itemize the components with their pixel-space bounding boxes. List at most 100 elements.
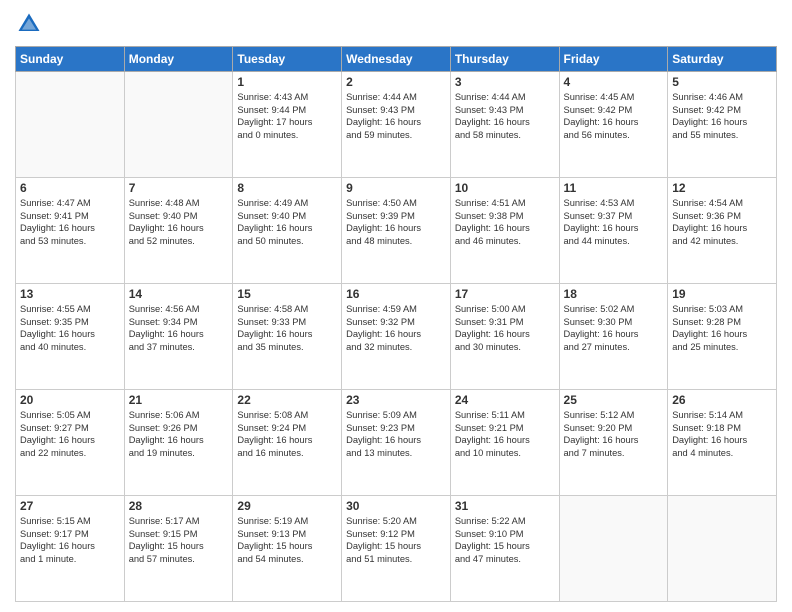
cell-content: Sunrise: 5:03 AM Sunset: 9:28 PM Dayligh… [672,303,772,353]
calendar-table: SundayMondayTuesdayWednesdayThursdayFrid… [15,46,777,602]
cell-content: Sunrise: 4:53 AM Sunset: 9:37 PM Dayligh… [564,197,664,247]
calendar-cell: 16 Sunrise: 4:59 AM Sunset: 9:32 PM Dayli… [342,284,451,390]
calendar-cell: 22 Sunrise: 5:08 AM Sunset: 9:24 PM Dayli… [233,390,342,496]
day-number: 2 [346,75,446,89]
day-header-monday: Monday [124,47,233,72]
calendar-cell: 30 Sunrise: 5:20 AM Sunset: 9:12 PM Dayli… [342,496,451,602]
calendar-cell [559,496,668,602]
calendar-cell: 27 Sunrise: 5:15 AM Sunset: 9:17 PM Dayli… [16,496,125,602]
day-number: 16 [346,287,446,301]
calendar-cell: 12 Sunrise: 4:54 AM Sunset: 9:36 PM Dayli… [668,178,777,284]
calendar-cell [16,72,125,178]
day-header-thursday: Thursday [450,47,559,72]
day-number: 1 [237,75,337,89]
day-number: 29 [237,499,337,513]
cell-content: Sunrise: 5:02 AM Sunset: 9:30 PM Dayligh… [564,303,664,353]
cell-content: Sunrise: 5:20 AM Sunset: 9:12 PM Dayligh… [346,515,446,565]
week-row-5: 27 Sunrise: 5:15 AM Sunset: 9:17 PM Dayli… [16,496,777,602]
cell-content: Sunrise: 4:44 AM Sunset: 9:43 PM Dayligh… [346,91,446,141]
cell-content: Sunrise: 4:50 AM Sunset: 9:39 PM Dayligh… [346,197,446,247]
calendar-cell: 10 Sunrise: 4:51 AM Sunset: 9:38 PM Dayli… [450,178,559,284]
calendar-cell [668,496,777,602]
day-number: 27 [20,499,120,513]
calendar-cell: 1 Sunrise: 4:43 AM Sunset: 9:44 PM Daylig… [233,72,342,178]
day-header-wednesday: Wednesday [342,47,451,72]
calendar-header-row: SundayMondayTuesdayWednesdayThursdayFrid… [16,47,777,72]
day-number: 20 [20,393,120,407]
cell-content: Sunrise: 5:00 AM Sunset: 9:31 PM Dayligh… [455,303,555,353]
cell-content: Sunrise: 4:46 AM Sunset: 9:42 PM Dayligh… [672,91,772,141]
cell-content: Sunrise: 5:17 AM Sunset: 9:15 PM Dayligh… [129,515,229,565]
calendar-cell: 24 Sunrise: 5:11 AM Sunset: 9:21 PM Dayli… [450,390,559,496]
day-number: 17 [455,287,555,301]
day-number: 15 [237,287,337,301]
cell-content: Sunrise: 5:22 AM Sunset: 9:10 PM Dayligh… [455,515,555,565]
day-number: 12 [672,181,772,195]
calendar-cell: 5Sunrise: 4:46 AM Sunset: 9:42 PM Daylig… [668,72,777,178]
cell-content: Sunrise: 5:19 AM Sunset: 9:13 PM Dayligh… [237,515,337,565]
calendar-cell: 7Sunrise: 4:48 AM Sunset: 9:40 PM Daylig… [124,178,233,284]
cell-content: Sunrise: 5:08 AM Sunset: 9:24 PM Dayligh… [237,409,337,459]
day-number: 8 [237,181,337,195]
day-number: 31 [455,499,555,513]
cell-content: Sunrise: 4:58 AM Sunset: 9:33 PM Dayligh… [237,303,337,353]
calendar-cell: 20 Sunrise: 5:05 AM Sunset: 9:27 PM Dayli… [16,390,125,496]
logo-icon [15,10,43,38]
calendar-cell: 8 Sunrise: 4:49 AM Sunset: 9:40 PM Daylig… [233,178,342,284]
day-number: 24 [455,393,555,407]
cell-content: Sunrise: 4:59 AM Sunset: 9:32 PM Dayligh… [346,303,446,353]
calendar-cell: 25 Sunrise: 5:12 AM Sunset: 9:20 PM Dayli… [559,390,668,496]
day-header-sunday: Sunday [16,47,125,72]
cell-content: Sunrise: 4:54 AM Sunset: 9:36 PM Dayligh… [672,197,772,247]
day-header-friday: Friday [559,47,668,72]
page: SundayMondayTuesdayWednesdayThursdayFrid… [0,0,792,612]
day-number: 21 [129,393,229,407]
calendar-cell: 11 Sunrise: 4:53 AM Sunset: 9:37 PM Dayli… [559,178,668,284]
day-number: 9 [346,181,446,195]
calendar-cell: 29 Sunrise: 5:19 AM Sunset: 9:13 PM Dayli… [233,496,342,602]
logo [15,10,45,38]
cell-content: Sunrise: 4:51 AM Sunset: 9:38 PM Dayligh… [455,197,555,247]
day-number: 13 [20,287,120,301]
cell-content: Sunrise: 4:56 AM Sunset: 9:34 PM Dayligh… [129,303,229,353]
week-row-3: 13Sunrise: 4:55 AM Sunset: 9:35 PM Dayli… [16,284,777,390]
header [15,10,777,38]
day-number: 10 [455,181,555,195]
calendar-cell: 19 Sunrise: 5:03 AM Sunset: 9:28 PM Dayli… [668,284,777,390]
calendar-cell: 15 Sunrise: 4:58 AM Sunset: 9:33 PM Dayli… [233,284,342,390]
cell-content: Sunrise: 4:44 AM Sunset: 9:43 PM Dayligh… [455,91,555,141]
day-number: 30 [346,499,446,513]
calendar-cell: 18Sunrise: 5:02 AM Sunset: 9:30 PM Dayli… [559,284,668,390]
day-number: 23 [346,393,446,407]
cell-content: Sunrise: 4:49 AM Sunset: 9:40 PM Dayligh… [237,197,337,247]
cell-content: Sunrise: 4:43 AM Sunset: 9:44 PM Dayligh… [237,91,337,141]
day-number: 25 [564,393,664,407]
calendar-cell: 28 Sunrise: 5:17 AM Sunset: 9:15 PM Dayli… [124,496,233,602]
cell-content: Sunrise: 5:15 AM Sunset: 9:17 PM Dayligh… [20,515,120,565]
calendar-cell: 6 Sunrise: 4:47 AM Sunset: 9:41 PM Daylig… [16,178,125,284]
cell-content: Sunrise: 4:47 AM Sunset: 9:41 PM Dayligh… [20,197,120,247]
calendar-cell: 9 Sunrise: 4:50 AM Sunset: 9:39 PM Daylig… [342,178,451,284]
week-row-2: 6 Sunrise: 4:47 AM Sunset: 9:41 PM Daylig… [16,178,777,284]
cell-content: Sunrise: 5:09 AM Sunset: 9:23 PM Dayligh… [346,409,446,459]
day-number: 11 [564,181,664,195]
cell-content: Sunrise: 5:11 AM Sunset: 9:21 PM Dayligh… [455,409,555,459]
cell-content: Sunrise: 5:05 AM Sunset: 9:27 PM Dayligh… [20,409,120,459]
day-number: 22 [237,393,337,407]
calendar-cell: 31 Sunrise: 5:22 AM Sunset: 9:10 PM Dayli… [450,496,559,602]
day-number: 7 [129,181,229,195]
day-number: 28 [129,499,229,513]
week-row-4: 20 Sunrise: 5:05 AM Sunset: 9:27 PM Dayli… [16,390,777,496]
day-number: 19 [672,287,772,301]
calendar-cell: 26Sunrise: 5:14 AM Sunset: 9:18 PM Dayli… [668,390,777,496]
calendar-cell: 3Sunrise: 4:44 AM Sunset: 9:43 PM Daylig… [450,72,559,178]
calendar-cell: 17 Sunrise: 5:00 AM Sunset: 9:31 PM Dayli… [450,284,559,390]
cell-content: Sunrise: 5:14 AM Sunset: 9:18 PM Dayligh… [672,409,772,459]
calendar-cell [124,72,233,178]
calendar-cell: 4Sunrise: 4:45 AM Sunset: 9:42 PM Daylig… [559,72,668,178]
calendar-cell: 21Sunrise: 5:06 AM Sunset: 9:26 PM Dayli… [124,390,233,496]
day-number: 6 [20,181,120,195]
calendar-cell: 2 Sunrise: 4:44 AM Sunset: 9:43 PM Daylig… [342,72,451,178]
calendar-cell: 13Sunrise: 4:55 AM Sunset: 9:35 PM Dayli… [16,284,125,390]
cell-content: Sunrise: 5:12 AM Sunset: 9:20 PM Dayligh… [564,409,664,459]
